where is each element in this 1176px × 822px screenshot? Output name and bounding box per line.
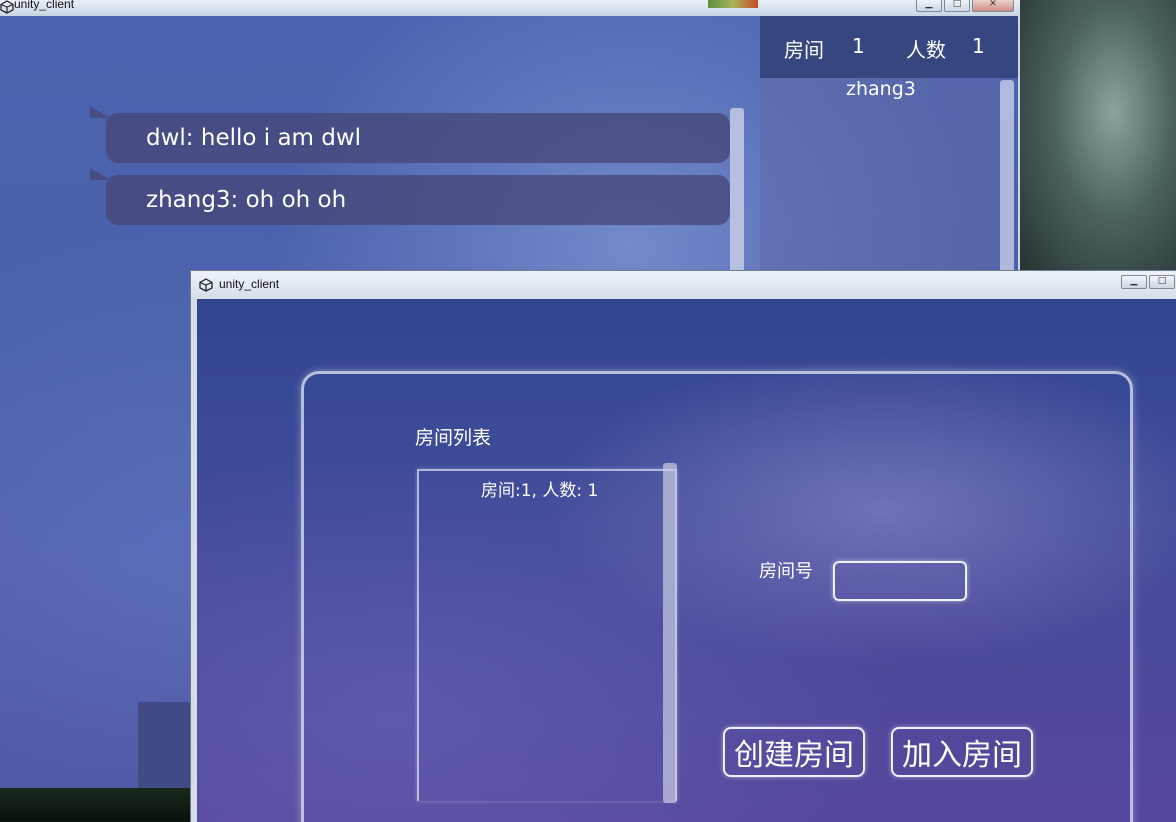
join-room-button[interactable]: 加入房间 (891, 727, 1033, 777)
unity-icon (0, 0, 14, 14)
back-minimize-button[interactable]: ▁ (916, 0, 942, 12)
member-list-item: zhang3 (846, 78, 916, 100)
back-maximize-button[interactable]: □ (944, 0, 970, 12)
chat-bubble-tail (90, 106, 110, 118)
room-list-item[interactable]: 房间:1, 人数: 1 (481, 476, 598, 501)
front-maximize-button[interactable]: □ (1149, 275, 1175, 289)
front-minimize-button[interactable]: ▁ (1121, 275, 1147, 289)
room-label: 房间 (784, 38, 824, 62)
desktop-background-right (1020, 0, 1176, 280)
front-window: unity_client ▁ □ 房间列表 房间:1, 人数: 1 房间号 创建… (190, 270, 1176, 822)
chat-message: zhang3: oh oh oh (106, 175, 730, 225)
count-value: 1 (972, 34, 985, 58)
front-window-title: unity_client (219, 277, 280, 291)
back-close-button[interactable]: ✕ (972, 0, 1014, 12)
chat-bubble-tail (90, 168, 110, 180)
room-list-scrollbar[interactable] (663, 463, 677, 803)
back-window-title: unity_client (14, 0, 75, 11)
back-window-titlebar[interactable]: unity_client ▁ □ ✕ (0, 0, 1020, 14)
unity-icon (199, 278, 213, 292)
room-number-label: 房间号 (759, 561, 813, 582)
desktop-background-bottom (0, 786, 192, 821)
room-list (417, 469, 677, 801)
front-window-titlebar[interactable]: unity_client ▁ □ (191, 271, 1176, 299)
room-number-input[interactable] (833, 561, 967, 601)
room-value: 1 (852, 34, 865, 58)
room-info-header: 房间 1 人数 1 (760, 16, 1018, 78)
chat-message: dwl: hello i am dwl (106, 113, 730, 163)
room-list-title: 房间列表 (415, 427, 492, 449)
background-panel (138, 702, 198, 788)
taskbar-thumbnail (708, 0, 758, 8)
create-room-button[interactable]: 创建房间 (723, 727, 865, 777)
count-label: 人数 (906, 38, 946, 62)
